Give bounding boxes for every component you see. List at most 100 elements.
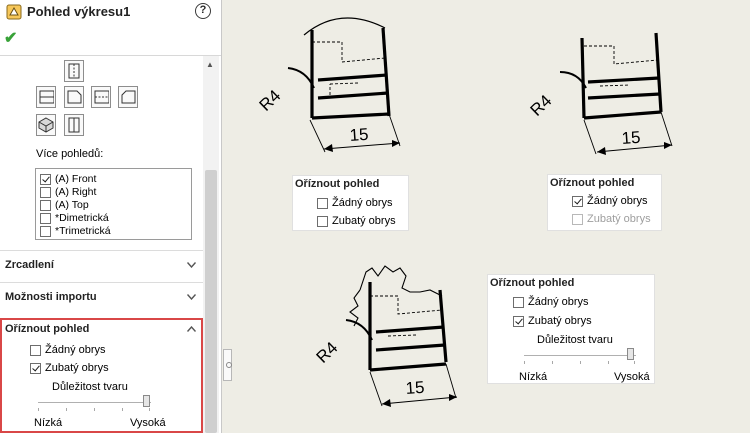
shape-intensity-thumb[interactable] (627, 348, 634, 360)
crop-view-section: Oříznout pohled Žádný obrys Zubatý obrys… (0, 318, 203, 433)
property-manager-panel: Pohled výkresu1 ? ✔ Více pohledů: (A) Fr… (0, 0, 222, 433)
slider-tick (552, 361, 553, 364)
crop-options-callout-3: Oříznout pohled Žádný obrys Zubatý obrys… (487, 274, 655, 384)
jagged-outline-label: Zubatý obrys (587, 213, 651, 225)
scrollbar-thumb[interactable] (205, 170, 217, 433)
list-item[interactable]: *Dimetrická (40, 212, 109, 225)
callout-title: Oříznout pohled (295, 178, 380, 190)
list-item-label: (A) Front (55, 173, 97, 185)
right-view-icon (94, 90, 109, 104)
slider-tick (580, 361, 581, 364)
drawing-view-1[interactable]: 15 R4 (256, 17, 401, 153)
no-outline-label: Žádný obrys (587, 195, 648, 207)
drawing-view-2[interactable]: 15 R4 (527, 32, 673, 155)
scroll-up-icon[interactable]: ▲ (206, 60, 214, 69)
view-right-button[interactable] (91, 86, 111, 108)
list-item-label: *Trimetrická (55, 225, 111, 237)
more-views-label: Více pohledů: (36, 148, 104, 160)
slider-tick (94, 408, 95, 411)
list-item[interactable]: (A) Top (40, 199, 89, 212)
drawing-view-icon (6, 4, 22, 20)
left-view-icon (39, 90, 54, 104)
list-item[interactable]: (A) Front (40, 173, 96, 186)
shape-intensity-label: Důležitost tvaru (52, 381, 128, 393)
list-item-label: *Dimetrická (55, 212, 109, 224)
section-title: Oříznout pohled (5, 323, 90, 335)
slider-tick (122, 408, 123, 411)
slider-tick (38, 408, 39, 411)
checkbox[interactable] (40, 174, 51, 185)
jagged-outline-checkbox[interactable] (317, 216, 328, 227)
jagged-outline-label: Zubatý obrys (45, 362, 109, 374)
callout-title: Oříznout pohled (490, 277, 575, 289)
checkbox[interactable] (40, 187, 51, 198)
section-title: Zrcadlení (5, 259, 54, 271)
more-views-list[interactable]: (A) Front (A) Right (A) Top *Dimetrická … (35, 168, 192, 240)
list-item-label: (A) Top (55, 199, 89, 211)
jagged-outline-checkbox[interactable] (30, 363, 41, 374)
view3-radius-label: R4 (313, 338, 342, 367)
no-outline-checkbox[interactable] (317, 198, 328, 209)
slider-tick (66, 408, 67, 411)
checkbox[interactable] (40, 226, 51, 237)
view-front-button[interactable] (64, 86, 84, 108)
shape-intensity-track[interactable] (524, 355, 636, 356)
view-rear-button[interactable] (118, 86, 138, 108)
rear-view-icon (121, 90, 136, 104)
no-outline-checkbox[interactable] (30, 345, 41, 356)
chevron-down-icon[interactable] (187, 294, 196, 300)
slider-tick (149, 408, 150, 411)
view-bottom-button[interactable] (64, 114, 84, 136)
view3-dim-label: 15 (405, 378, 425, 398)
list-item[interactable]: (A) Right (40, 186, 96, 199)
chevron-up-icon[interactable] (187, 326, 196, 332)
front-view-icon (67, 90, 82, 104)
slider-tick (634, 361, 635, 364)
slider-high-label: Vysoká (614, 371, 650, 383)
slider-low-label: Nízká (519, 371, 548, 383)
no-outline-label: Žádný obrys (45, 344, 106, 356)
jagged-outline-checkbox[interactable] (513, 316, 524, 327)
panel-title: Pohled výkresu1 (27, 4, 131, 19)
no-outline-label: Žádný obrys (332, 197, 393, 209)
bottom-view-icon (68, 117, 80, 133)
view1-radius-label: R4 (256, 86, 285, 115)
view1-dim-label: 15 (349, 125, 369, 145)
view-left-button[interactable] (36, 86, 56, 108)
slider-tick (608, 361, 609, 364)
list-item[interactable]: *Trimetrická (40, 225, 111, 238)
header-divider (0, 55, 221, 56)
crop-options-callout-1: Oříznout pohled Žádný obrys Zubatý obrys (292, 175, 409, 231)
section-title: Možnosti importu (5, 291, 97, 303)
checkbox[interactable] (40, 213, 51, 224)
section-mirror[interactable]: Zrcadlení (0, 250, 203, 280)
no-outline-checkbox[interactable] (513, 297, 524, 308)
jagged-outline-checkbox (572, 214, 583, 225)
isometric-view-icon (38, 117, 54, 133)
view2-radius-label: R4 (527, 91, 556, 120)
chevron-down-icon[interactable] (187, 262, 196, 268)
view-isometric-button[interactable] (36, 114, 56, 136)
back-view-icon (68, 63, 80, 79)
checkbox[interactable] (40, 200, 51, 211)
drawing-view-3[interactable]: 15 R4 (313, 265, 458, 407)
view2-dim-label: 15 (621, 128, 641, 148)
jagged-outline-label: Zubatý obrys (528, 315, 592, 327)
slider-high-label: Vysoká (130, 417, 166, 429)
view-back-button[interactable] (64, 60, 84, 82)
shape-intensity-track[interactable] (38, 402, 151, 403)
callout-title: Oříznout pohled (550, 177, 635, 189)
jagged-outline-label: Zubatý obrys (332, 215, 396, 227)
no-outline-checkbox[interactable] (572, 196, 583, 207)
panel-header: Pohled výkresu1 ? (0, 0, 221, 26)
slider-tick (524, 361, 525, 364)
section-import-options[interactable]: Možnosti importu (0, 282, 203, 312)
shape-intensity-thumb[interactable] (143, 395, 150, 407)
ok-check-icon[interactable]: ✔ (4, 28, 17, 48)
no-outline-label: Žádný obrys (528, 296, 589, 308)
crop-options-callout-2: Oříznout pohled Žádný obrys Zubatý obrys (547, 174, 662, 231)
slider-low-label: Nízká (34, 417, 63, 429)
help-icon[interactable]: ? (195, 3, 211, 19)
list-item-label: (A) Right (55, 186, 97, 198)
shape-intensity-label: Důležitost tvaru (537, 334, 613, 346)
